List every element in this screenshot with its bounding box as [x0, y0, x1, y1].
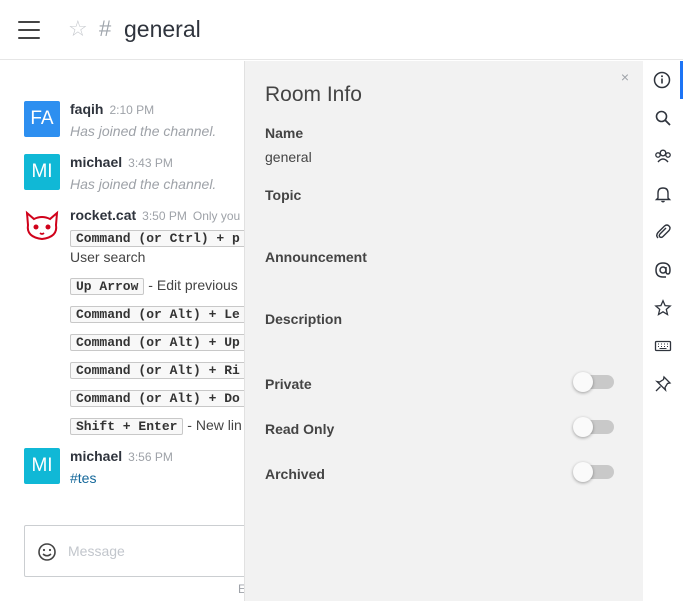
- shortcut-line: Command (or Alt) + Do: [70, 389, 244, 407]
- shortcut-line: User search: [70, 249, 145, 265]
- search-tab[interactable]: [643, 99, 683, 137]
- shortcut-desc: - Edit previous: [144, 277, 238, 293]
- message-list: FA faqih 2:10 PM Has joined the channel. …: [0, 61, 244, 521]
- shortcut-key: Shift + Enter: [70, 418, 184, 435]
- members-tab[interactable]: [643, 137, 683, 175]
- message-username[interactable]: rocket.cat: [70, 207, 136, 223]
- shortcut-desc: User search: [70, 249, 146, 265]
- topic-label: Topic: [265, 187, 302, 203]
- message-input[interactable]: Message: [68, 543, 125, 559]
- toggle-knob: [573, 417, 593, 437]
- message-username[interactable]: michael: [70, 154, 122, 170]
- shortcut-line: Command (or Alt) + Up: [70, 333, 244, 351]
- message-composer[interactable]: Message: [24, 525, 264, 577]
- room-toolbar: [643, 61, 683, 601]
- menu-icon[interactable]: [18, 21, 40, 39]
- toggle-knob: [573, 372, 593, 392]
- channel-link[interactable]: #tes: [70, 470, 173, 486]
- rocket-cat-avatar[interactable]: [24, 207, 60, 243]
- archived-label: Archived: [265, 466, 325, 482]
- shortcut-desc: - New lin: [183, 417, 242, 433]
- avatar[interactable]: MI: [24, 448, 60, 484]
- room-header: ☆ # general: [0, 0, 683, 60]
- message-text: Has joined the channel.: [70, 123, 217, 139]
- keyboard-shortcuts-tab[interactable]: [643, 327, 683, 365]
- announcement-label: Announcement: [265, 249, 367, 265]
- shortcut-line: Command (or Ctrl) + p: [70, 229, 244, 247]
- room-info-panel: × Room Info Name general Topic Announcem…: [244, 61, 643, 601]
- message-username[interactable]: faqih: [70, 101, 103, 117]
- shortcut-key: Up Arrow: [70, 278, 145, 295]
- read-only-label: Read Only: [265, 421, 335, 437]
- shortcut-line: Command (or Alt) + Ri: [70, 361, 244, 379]
- private-toggle[interactable]: [573, 372, 614, 392]
- message-text: Has joined the channel.: [70, 176, 217, 192]
- close-icon[interactable]: ×: [621, 69, 629, 85]
- message-time: 3:50 PM: [142, 209, 187, 223]
- avatar[interactable]: FA: [24, 101, 60, 137]
- star-icon: [654, 299, 672, 316]
- room-title: general: [124, 16, 201, 42]
- members-icon: [655, 149, 671, 163]
- paperclip-icon: [656, 224, 671, 239]
- shortcut-key: Command (or Alt) + Le: [70, 306, 244, 323]
- search-icon: [655, 110, 671, 126]
- pinned-tab[interactable]: [643, 365, 683, 403]
- message-time: 3:56 PM: [128, 450, 173, 464]
- mentions-tab[interactable]: [643, 251, 683, 289]
- read-only-toggle[interactable]: [573, 417, 614, 437]
- panel-title: Room Info: [265, 83, 362, 106]
- star-icon[interactable]: ☆: [68, 16, 88, 42]
- shortcut-key: Command (or Alt) + Do: [70, 390, 244, 407]
- info-icon: [653, 71, 670, 89]
- info-tab[interactable]: [643, 61, 683, 99]
- message-username[interactable]: michael: [70, 448, 122, 464]
- private-label: Private: [265, 376, 312, 392]
- archived-toggle[interactable]: [573, 462, 614, 482]
- message: rocket.cat 3:50 PM Only you Command (or Ct…: [24, 207, 244, 437]
- files-tab[interactable]: [643, 213, 683, 251]
- avatar[interactable]: MI: [24, 154, 60, 190]
- pin-icon: [655, 375, 672, 392]
- starred-tab[interactable]: [643, 289, 683, 327]
- shortcut-line: Command (or Alt) + Le: [70, 305, 244, 323]
- shortcut-line: Up Arrow - Edit previous: [70, 277, 238, 295]
- smiley-icon[interactable]: [37, 542, 57, 562]
- keyboard-icon: [654, 340, 672, 352]
- shortcut-key: Command (or Ctrl) + p: [70, 230, 244, 247]
- message-time: 3:43 PM: [128, 156, 173, 170]
- name-label: Name: [265, 125, 304, 141]
- hash-icon: #: [99, 16, 112, 41]
- message-time: 2:10 PM: [109, 103, 155, 117]
- mention-icon: [655, 262, 671, 278]
- shortcut-key: Command (or Alt) + Up: [70, 334, 244, 351]
- description-label: Description: [265, 311, 343, 327]
- name-value: general: [265, 149, 312, 165]
- shortcut-line: Shift + Enter - New lin: [70, 417, 242, 435]
- bell-icon: [654, 187, 672, 203]
- notifications-tab[interactable]: [643, 175, 683, 213]
- only-you-note: Only you: [192, 209, 241, 223]
- shortcut-key: Command (or Alt) + Ri: [70, 362, 244, 379]
- toggle-knob: [573, 462, 593, 482]
